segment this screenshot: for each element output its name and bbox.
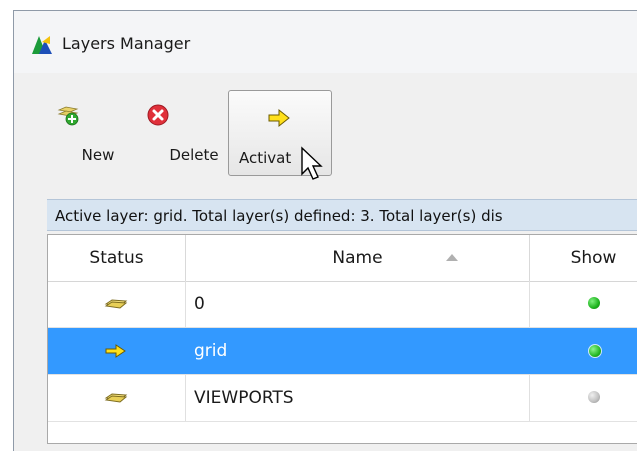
app-logo-icon xyxy=(32,36,52,54)
visibility-on-icon xyxy=(588,297,600,309)
delete-button[interactable]: Delete xyxy=(122,90,219,174)
arrow-right-icon xyxy=(268,108,290,128)
show-cell[interactable] xyxy=(530,328,637,374)
activate-label: Activat xyxy=(239,149,292,167)
delete-icon xyxy=(147,104,169,126)
mouse-cursor-icon xyxy=(301,146,323,180)
column-header-name[interactable]: Name xyxy=(186,235,530,281)
table-row[interactable]: VIEWPORTS xyxy=(48,375,637,422)
status-cell xyxy=(48,375,186,421)
delete-label: Delete xyxy=(169,146,219,164)
folder-icon xyxy=(104,299,128,309)
new-layer-icon xyxy=(57,106,79,126)
layers-table: Status Name Show 0 grid VIEWPORTS xyxy=(47,234,637,444)
visibility-off-icon xyxy=(588,391,600,403)
table-row[interactable]: 0 xyxy=(48,281,637,328)
sort-ascending-icon xyxy=(446,254,458,261)
arrow-right-icon xyxy=(105,344,126,358)
status-bar: Active layer: grid. Total layer(s) defin… xyxy=(47,199,637,231)
show-cell[interactable] xyxy=(530,375,637,421)
new-button[interactable]: New xyxy=(38,90,114,174)
name-cell: grid xyxy=(186,328,530,374)
show-cell[interactable] xyxy=(530,281,637,327)
name-cell: VIEWPORTS xyxy=(186,375,530,421)
status-cell xyxy=(48,281,186,327)
status-cell xyxy=(48,328,186,374)
table-header: Status Name Show xyxy=(48,235,637,282)
column-header-show[interactable]: Show xyxy=(530,235,637,281)
title-bar: Layers Manager xyxy=(14,11,637,73)
name-cell: 0 xyxy=(186,281,530,327)
table-row-selected[interactable]: grid xyxy=(48,328,637,375)
new-label: New xyxy=(81,146,115,164)
visibility-on-icon xyxy=(588,344,602,358)
folder-icon xyxy=(104,393,128,403)
window-title: Layers Manager xyxy=(62,34,191,53)
column-header-status[interactable]: Status xyxy=(48,235,186,281)
